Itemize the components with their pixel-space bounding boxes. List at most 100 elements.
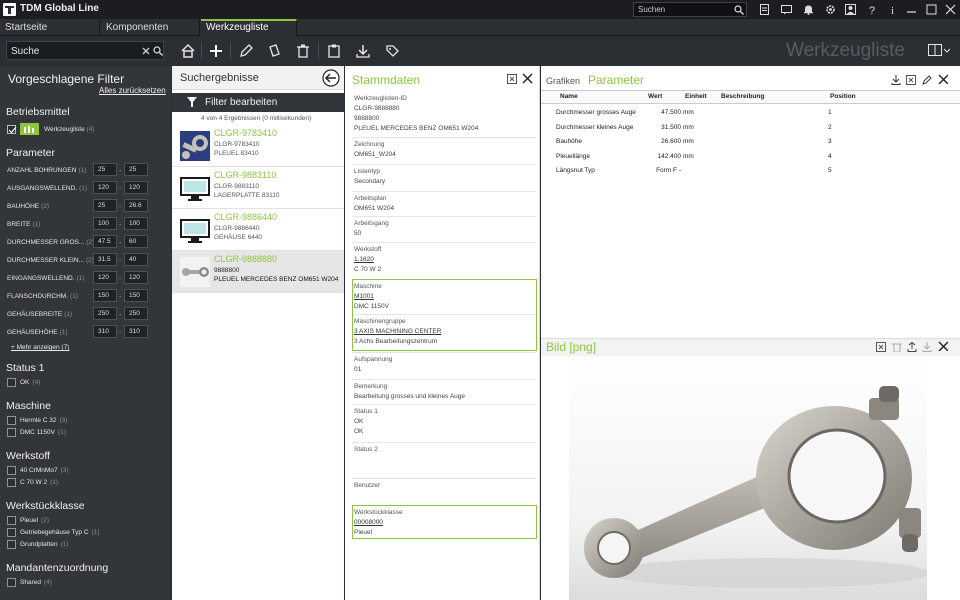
range-from-input[interactable]: 25 [93,199,117,212]
range-from-input[interactable]: 25 [93,163,117,176]
column-wert[interactable]: Wert [648,93,662,100]
show-more-link[interactable]: + Mehr anzeigen (7) [11,344,69,351]
filter-search-input[interactable]: Suche [11,46,39,57]
filter-checkbox[interactable] [7,578,16,587]
filter-checkbox[interactable] [7,466,16,475]
close-panel-icon[interactable] [938,341,948,351]
column-position[interactable]: Position [830,93,856,100]
global-search[interactable]: Suchen [633,2,747,17]
column-beschreibung[interactable]: Beschreibung [721,93,764,100]
range-from-input[interactable]: 150 [93,289,117,302]
layout-switch-icon[interactable] [928,44,950,58]
user-icon[interactable] [845,4,856,15]
range-from-input[interactable]: 47.5 [93,235,117,248]
parameter-count: (1) [70,293,78,300]
edit-pencil-icon[interactable] [922,75,932,85]
clear-search-icon[interactable] [142,47,150,55]
expand-icon[interactable] [507,74,517,84]
download-icon[interactable] [922,342,932,352]
tag-icon[interactable] [383,42,401,60]
range-to-input[interactable]: 150 [124,289,148,302]
range-from-input[interactable]: 310 [93,325,117,338]
range-from-input[interactable]: 100 [93,217,117,230]
settings-icon[interactable] [825,4,836,15]
minimize-icon[interactable] [906,4,917,15]
filter-checkbox[interactable] [7,516,16,525]
range-to-input[interactable]: 310 [124,325,148,338]
range-to-input[interactable]: 120 [124,271,148,284]
add-icon[interactable] [207,42,225,60]
result-item[interactable]: CLGR-9886440 CLGR-9886440 GEHÄUSE 6440 [172,209,344,251]
column-einheit[interactable]: Einheit [685,93,707,100]
filter-checkbox[interactable] [7,378,16,387]
range-from-input[interactable]: 120 [93,181,117,194]
label-count: (1) [50,479,59,486]
table-row[interactable] [541,136,960,149]
range-to-input[interactable]: 100 [124,217,148,230]
filter-checkbox[interactable] [7,416,16,425]
range-to-input[interactable]: 250 [124,307,148,320]
result-item[interactable]: CLGR-9783410 CLGR-9783410 PLEUEL 83410 [172,125,344,167]
field-value: PLEUEL MERCEDES BENZ OM651 W204 [354,125,479,132]
document-icon[interactable] [759,4,770,15]
download-icon[interactable] [354,42,372,60]
edit-pencil-icon[interactable] [237,42,255,60]
checkbox-werkzeugliste[interactable] [7,125,17,134]
delete-trash-icon[interactable] [892,342,902,352]
home-icon[interactable] [179,42,197,60]
delete-trash-icon[interactable] [294,42,312,60]
range-from-input[interactable]: 120 [93,271,117,284]
chat-icon[interactable] [781,4,792,15]
back-arrow-icon[interactable] [322,69,340,87]
result-title[interactable]: CLGR-9783410 [214,128,277,138]
tab-grafiken[interactable]: Grafiken [546,76,580,86]
range-to-input[interactable]: 40 [124,253,148,266]
tab-parameter[interactable]: Parameter [588,73,644,87]
notification-bell-icon[interactable] [803,4,814,15]
maximize-icon[interactable] [926,4,937,15]
range-to-input[interactable]: 25 [124,163,148,176]
filter-checkbox[interactable] [7,528,16,537]
parameter-filter-row: FLANSCHDURCHM. (1) 150-150 [7,289,167,304]
field-value-link[interactable]: 1.1620 [354,256,374,263]
filter-search-box[interactable]: Suche [6,41,164,60]
cell-name: Pleuellänge [556,152,590,160]
range-from-input[interactable]: 31.5 [93,253,117,266]
filter-checkbox[interactable] [7,540,16,549]
table-row[interactable] [541,151,960,164]
tab-startseite[interactable]: Startseite [0,19,100,36]
table-row[interactable] [541,165,960,178]
global-search-input[interactable]: Suchen [638,5,665,14]
clipboard-icon[interactable] [325,42,343,60]
close-panel-icon[interactable] [522,73,533,84]
column-name[interactable]: Name [560,93,578,100]
edit-filter-button[interactable]: Filter bearbeiten [172,93,344,112]
filter-checkbox[interactable] [7,428,16,437]
range-from-input[interactable]: 250 [93,307,117,320]
result-title[interactable]: CLGR-9883110 [214,170,276,180]
result-title[interactable]: CLGR-9886440 [214,212,277,222]
range-to-input[interactable]: 60 [124,235,148,248]
search-icon[interactable] [734,5,744,15]
expand-icon[interactable] [906,75,916,85]
range-to-input[interactable]: 120 [124,181,148,194]
result-item[interactable]: CLGR-9888880 9888800 PLEUEL MERCEDES BENZ … [172,251,344,293]
close-window-icon[interactable] [945,4,956,15]
download-icon[interactable] [891,75,901,85]
help-icon[interactable]: ? [866,4,877,15]
copy-icon[interactable] [265,42,283,60]
info-icon[interactable]: i [887,4,898,15]
filter-checkbox[interactable] [7,478,16,487]
close-panel-icon[interactable] [938,74,948,84]
field-label: Werkstoff [354,246,382,253]
search-icon[interactable] [153,46,163,56]
range-to-input[interactable]: 26.6 [124,199,148,212]
upload-icon[interactable] [907,342,917,352]
result-title[interactable]: CLGR-9888880 [214,254,277,264]
tab-komponenten[interactable]: Komponenten [101,19,200,36]
result-item[interactable]: CLGR-9883110 CLGR-9883110 LAGERPLATTE 8311… [172,167,344,209]
tab-werkzeugliste[interactable]: Werkzeugliste [201,19,297,36]
reset-filters-link[interactable]: Alles zurücksetzen [99,86,166,95]
parameter-label: BAUHÖHE [7,203,40,210]
expand-icon[interactable] [876,342,886,352]
